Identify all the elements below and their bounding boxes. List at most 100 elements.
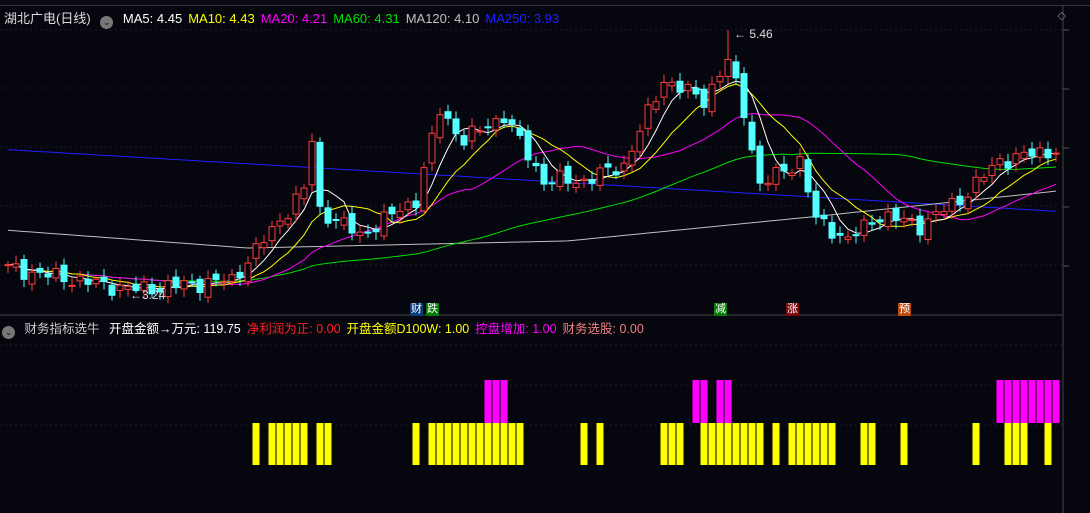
candle-body [772,167,780,185]
yellow-bar [716,423,724,465]
ma250-line [7,149,1057,212]
low-label: ←3.24 [130,288,166,302]
candle-body [524,130,532,161]
candle-body [76,275,84,282]
kline-chart[interactable]: ← 5.46 ←3.24 [0,0,1090,513]
candle-body [908,219,916,222]
candle-body [404,201,412,211]
candle-body [4,264,12,267]
yellow-bar [1020,423,1028,465]
candle-body [340,217,348,226]
magenta-bar [500,380,508,423]
yellow-bar [804,423,812,465]
yellow-bar [724,423,732,465]
candle-body [804,159,812,193]
yellow-bar [812,423,820,465]
candle-body [572,182,580,189]
magenta-bar [1052,380,1060,423]
ma-legend: 湖北广电(日线) ⌄ MA5: 4.45 MA10: 4.43 MA20: 4.21… [4,8,571,29]
candle-body [1020,151,1028,159]
candle-body [884,211,892,228]
candle-body [980,176,988,182]
chevron-down-icon[interactable]: ⌄ [100,16,114,29]
magenta-bar [700,380,708,423]
signal-marker: 跌 [426,303,439,316]
yellow-bar [492,423,500,465]
candle-body [332,218,340,221]
candle-body [244,262,252,283]
candle-body [764,182,772,186]
candle-body [900,217,908,223]
candle-body [236,271,244,279]
candle-body [188,281,196,284]
yellow-bar [868,423,876,465]
yellow-bar [252,423,260,465]
candle-body [284,218,292,225]
candle-body [956,195,964,206]
candle-body [996,158,1004,166]
candle-body [420,167,428,212]
candle-body [676,80,684,93]
candle-body [476,130,484,133]
ma-legend-item: MA250: 3.93 [485,11,560,26]
candle-body [716,75,724,83]
yellow-bar [276,423,284,465]
indicator-item: 净利润为正: 0.00 [246,322,341,336]
signal-marker: 减 [714,303,727,316]
yellow-bar [732,423,740,465]
magenta-bar [484,380,492,423]
candle-body [580,178,588,181]
yellow-bar [324,423,332,465]
candle-body [596,167,604,187]
candle-body [1044,148,1052,159]
candle-body [172,276,180,289]
yellow-bar [740,423,748,465]
candle-body [196,278,204,294]
candle-body [428,132,436,164]
candle-body [52,267,60,279]
candle-body [740,73,748,118]
candle-body [916,215,924,236]
candle-body [852,234,860,237]
candle-body [548,182,556,185]
candle-body [204,278,212,298]
yellow-bar [436,423,444,465]
yellow-bar [508,423,516,465]
candle-body [396,210,404,219]
candle-body [564,165,572,184]
candle-body [324,207,332,224]
chevron-down-icon[interactable]: ⌄ [2,326,15,339]
candle-body [44,273,52,278]
candle-body [28,271,36,285]
candle-body [620,162,628,172]
yellow-bar [900,423,908,465]
yellow-bar [708,423,716,465]
candle-body [924,218,932,241]
candle-body [348,213,356,234]
candle-body [84,278,92,285]
yellow-bar [444,423,452,465]
candle-body [444,111,452,119]
candle-body [108,284,116,296]
candle-body [500,118,508,124]
magenta-bar [692,380,700,423]
candle-body [452,118,460,135]
yellow-bar [788,423,796,465]
candle-body [508,119,516,125]
candle-body [228,274,236,282]
candle-body [860,219,868,236]
magenta-bar [1004,380,1012,423]
candle-body [220,281,228,284]
yellow-bar [476,423,484,465]
yellow-bar [820,423,828,465]
yellow-bar [468,423,476,465]
candle-body [316,141,324,207]
candle-body [684,83,692,92]
yellow-bar [596,423,604,465]
yellow-bar [580,423,588,465]
yellow-bar [668,423,676,465]
yellow-bar [484,423,492,465]
diamond-icon[interactable]: ◇ [1058,9,1066,22]
candle-body [1028,148,1036,157]
candle-body [1052,152,1060,155]
